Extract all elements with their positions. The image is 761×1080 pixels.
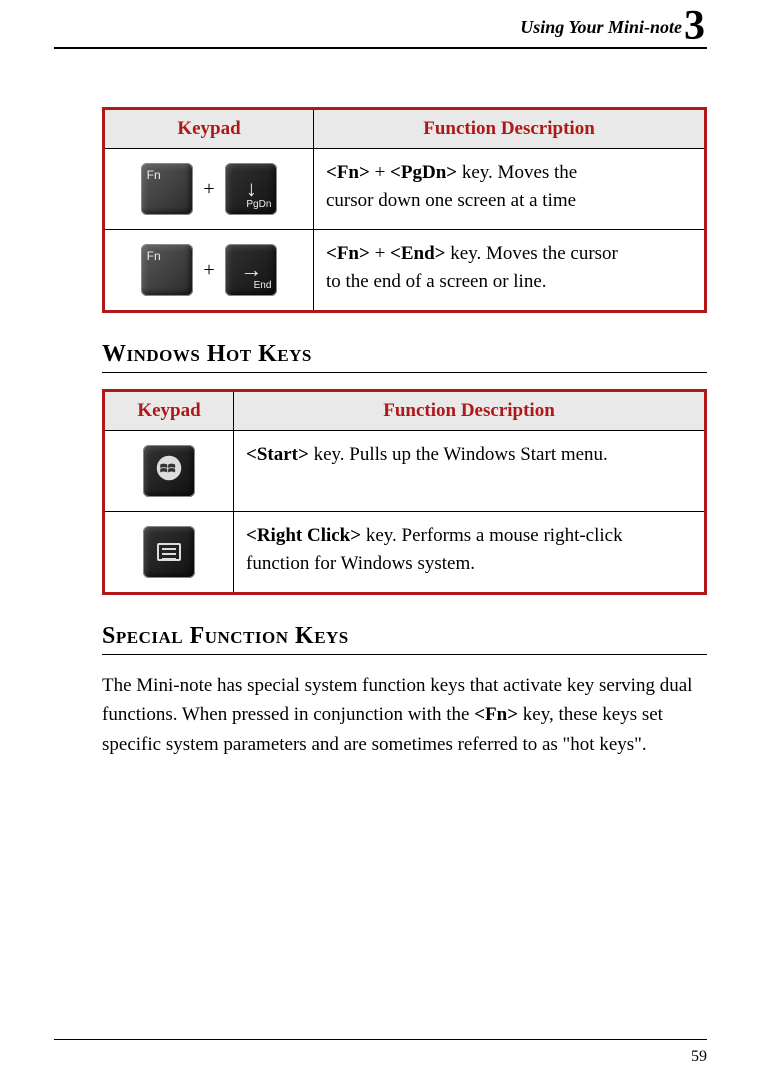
table-row: <Start> key. Pulls up the Windows Start … — [104, 431, 706, 512]
section-rule — [102, 372, 707, 373]
fn-key-icon: Fn — [141, 244, 193, 296]
plus-icon: + — [199, 259, 218, 282]
desc-cell: <Fn> + <PgDn> key. Moves the cursor down… — [314, 149, 706, 230]
table-header-row: Keypad Function Description — [104, 109, 706, 149]
col-header-desc: Function Description — [314, 109, 706, 149]
running-header-title: Using Your Mini-note — [520, 17, 682, 37]
menu-lines-icon — [157, 543, 181, 561]
section-rule — [102, 654, 707, 655]
pgdn-key-icon: ↓ PgDn — [225, 163, 277, 215]
pgdn-label: <PgDn> — [390, 162, 457, 183]
table-row: <Right Click> key. Performs a mouse righ… — [104, 512, 706, 594]
windows-hotkey-table: Keypad Function Description — [102, 389, 707, 595]
keypad-cell: Fn + ↓ PgDn — [104, 149, 314, 230]
page-number: 59 — [691, 1048, 707, 1066]
col-header-keypad: Keypad — [104, 391, 234, 431]
fn-label-inline: <Fn> — [474, 704, 518, 725]
desc-cell: <Start> key. Pulls up the Windows Start … — [234, 431, 706, 512]
windows-key-icon — [143, 445, 195, 497]
windows-logo-icon — [155, 454, 183, 482]
table-row: Fn + → End <Fn> + <End> key. Moves the c… — [104, 230, 706, 312]
desc-cell: <Right Click> key. Performs a mouse righ… — [234, 512, 706, 594]
section-heading-windows-hot-keys: Windows Hot Keys — [102, 341, 707, 368]
keypad-cell — [104, 431, 234, 512]
fn-label: <Fn> — [326, 162, 370, 183]
fn-key-table: Keypad Function Description Fn + ↓ PgDn … — [102, 107, 707, 313]
table-header-row: Keypad Function Description — [104, 391, 706, 431]
fn-key-icon: Fn — [141, 163, 193, 215]
keypad-cell: Fn + → End — [104, 230, 314, 312]
start-label: <Start> — [246, 444, 309, 465]
desc-cell: <Fn> + <End> key. Moves the cursor to th… — [314, 230, 706, 312]
fn-label: <Fn> — [326, 243, 370, 264]
right-click-label: <Right Click> — [246, 525, 361, 546]
col-header-desc: Function Description — [234, 391, 706, 431]
body-paragraph: The Mini-note has special system functio… — [102, 671, 707, 759]
end-label: <End> — [390, 243, 445, 264]
chapter-number: 3 — [682, 3, 705, 49]
table-row: Fn + ↓ PgDn <Fn> + <PgDn> key. Moves the… — [104, 149, 706, 230]
footer-rule — [54, 1039, 707, 1040]
context-menu-key-icon — [143, 526, 195, 578]
end-key-icon: → End — [225, 244, 277, 296]
col-header-keypad: Keypad — [104, 109, 314, 149]
plus-icon: + — [199, 178, 218, 201]
running-header: Using Your Mini-note3 — [54, 10, 707, 43]
keypad-cell — [104, 512, 234, 594]
section-heading-special-function-keys: Special Function Keys — [102, 623, 707, 650]
